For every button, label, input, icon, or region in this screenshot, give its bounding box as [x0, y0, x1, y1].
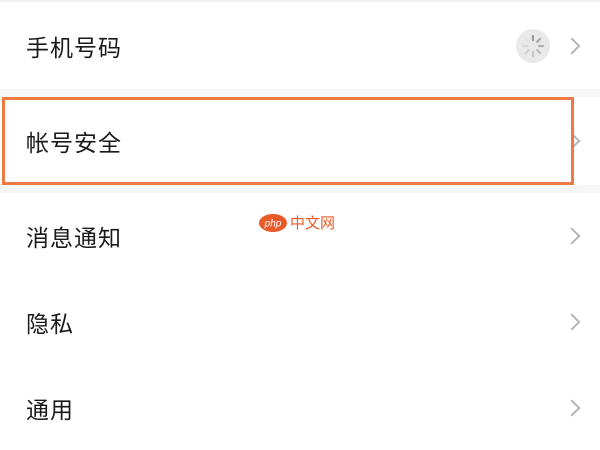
settings-screen: 手机号码 帐号安全 消息通知 隐私 通用 php 中文网	[0, 0, 600, 450]
watermark-text: 中文网	[290, 215, 336, 232]
chevron-right-icon	[563, 132, 581, 150]
chevron-right-icon	[563, 313, 581, 331]
top-divider	[0, 0, 600, 2]
watermark-logo: php	[259, 213, 287, 232]
chevron-right-icon	[563, 37, 581, 55]
watermark: php 中文网	[259, 212, 335, 233]
section-gap	[0, 185, 600, 193]
settings-item-label: 手机号码	[26, 36, 122, 62]
chevron-right-icon	[563, 227, 581, 245]
settings-item-label: 隐私	[26, 312, 74, 338]
section-gap	[0, 89, 600, 97]
settings-item-general[interactable]: 通用	[0, 365, 600, 450]
watermark-logo-text: php	[264, 218, 282, 229]
settings-item-privacy[interactable]: 隐私	[0, 279, 600, 365]
settings-item-label: 帐号安全	[26, 131, 122, 157]
settings-item-label: 消息通知	[26, 226, 122, 252]
settings-item-label: 通用	[26, 397, 74, 424]
chevron-right-icon	[563, 399, 581, 416]
settings-item-notifications[interactable]: 消息通知	[0, 193, 600, 279]
loading-spinner-icon	[516, 29, 550, 63]
settings-item-phone-number[interactable]: 手机号码	[0, 3, 600, 89]
settings-item-account-security[interactable]: 帐号安全	[0, 97, 600, 185]
